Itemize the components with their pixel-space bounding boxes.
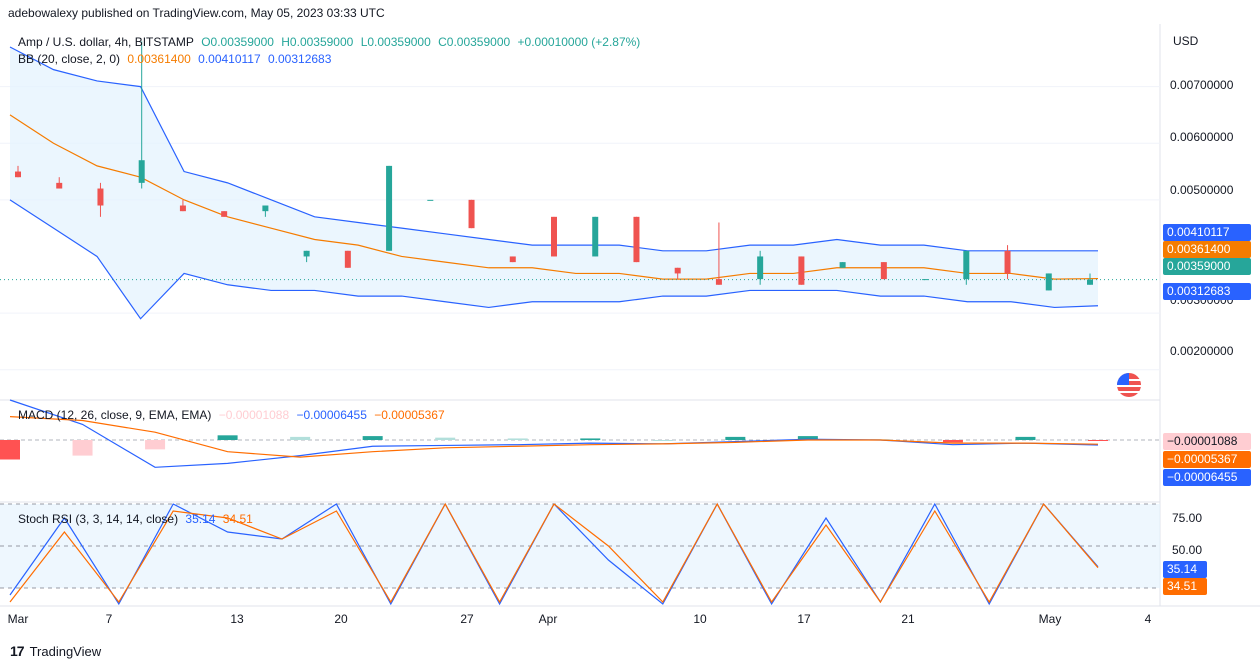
macd-histogram-bar (1015, 436, 1036, 440)
footer-brand: TradingView (29, 643, 102, 659)
time-tick-label: 21 (901, 612, 915, 626)
candle-body (386, 165, 393, 251)
close-value: C0.00359000 (438, 35, 511, 49)
macd-hist-badge: −0.00001088 (1163, 433, 1251, 450)
bb-label: BB (20, close, 2, 0) (18, 52, 121, 66)
open-value: O0.00359000 (201, 35, 274, 49)
macd-histogram-bar (652, 440, 673, 441)
macd-histogram-bar (725, 436, 746, 440)
macd-legend: MACD (12, 26, close, 9, EMA, EMA) −0.000… (18, 408, 449, 422)
candle-body (674, 267, 681, 274)
time-tick-label: 4 (1145, 612, 1152, 626)
candle-body (468, 199, 475, 229)
macd-value: −0.00006455 (296, 408, 367, 422)
time-tick-label: Apr (539, 612, 558, 626)
candle-body (179, 205, 186, 212)
rsi-d-value: 34.51 (222, 512, 253, 526)
bollinger-bands (0, 46, 1160, 320)
macd-signal-line (9, 416, 1099, 458)
high-value: H0.00359000 (281, 35, 354, 49)
rsi-k-badge: 35.14 (1163, 561, 1207, 578)
candle-body (880, 262, 887, 280)
low-value: L0.00359000 (360, 35, 431, 49)
candle-body (56, 182, 63, 189)
rsi-d-badge: 34.51 (1163, 578, 1207, 595)
time-tick-label: May (1039, 612, 1062, 626)
candle-body (798, 256, 805, 285)
candle-body (757, 256, 764, 280)
macd-signal-badge: −0.00005367 (1163, 451, 1251, 468)
bb-legend: BB (20, close, 2, 0) 0.00361400 0.004101… (18, 52, 335, 66)
currency-label: USD (1173, 34, 1199, 48)
macd-histogram-bar (580, 438, 601, 440)
symbol-label: Amp / U.S. dollar, 4h, BITSTAMP (18, 35, 194, 49)
bb-upper-value: 0.00410117 (198, 52, 261, 66)
time-axis: Mar 7 13 20 27 Apr 10 17 21 May 4 (8, 612, 1152, 626)
time-tick-label: 10 (693, 612, 707, 626)
time-tick-label: 27 (460, 612, 474, 626)
publisher-line: adebowalexy published on TradingView.com… (8, 6, 385, 20)
change-value: +0.00010000 (+2.87%) (517, 35, 641, 49)
price-tick: 0.00200000 (1170, 344, 1234, 358)
bb-lower-value: 0.00312683 (268, 52, 332, 66)
candle-body (221, 211, 228, 217)
candle-body (262, 205, 269, 212)
candle-body (509, 256, 516, 263)
candle-body (138, 160, 145, 183)
rsi-tick: 50.00 (1172, 543, 1203, 557)
time-tick-label: 13 (230, 612, 244, 626)
macd-histogram-bar (435, 437, 456, 440)
macd-histogram-bar (362, 436, 383, 440)
macd-hist-value: −0.00001088 (218, 408, 290, 422)
macd-label: MACD (12, 26, close, 9, EMA, EMA) (18, 408, 212, 422)
us-flag-icon (1117, 373, 1141, 397)
bb-lower-badge: 0.00312683 (1163, 283, 1251, 300)
macd-histogram-bar (290, 436, 311, 440)
last-price-badge: 0.00359000 (1163, 258, 1251, 275)
time-tick-label: Mar (8, 612, 29, 626)
bb-fill (10, 46, 1098, 319)
macd-histogram-bar (507, 438, 528, 440)
candle-body (633, 216, 640, 263)
candle-body (551, 216, 557, 257)
tradingview-logo-icon: 17 (10, 643, 25, 659)
candle-body (963, 250, 970, 280)
time-tick-label: 7 (106, 612, 113, 626)
candle-body (1087, 279, 1093, 285)
rsi-label: Stoch RSI (3, 3, 14, 14, close) (18, 512, 179, 526)
candle-body (344, 250, 351, 268)
macd-histogram-bar (942, 440, 963, 443)
price-tick: 0.00700000 (1170, 78, 1234, 92)
candle-body (1045, 273, 1052, 291)
rsi-k-value: 35.14 (185, 512, 216, 526)
macd-histogram-bar (0, 440, 20, 460)
price-tick: 0.00600000 (1170, 130, 1234, 144)
candle-body (592, 216, 599, 257)
footer[interactable]: 17 TradingView (10, 643, 101, 659)
macd-histogram-bar (1088, 440, 1108, 441)
rsi-tick: 75.00 (1172, 511, 1203, 525)
candle-body (1004, 250, 1011, 274)
price-tick: 0.00500000 (1170, 183, 1234, 197)
macd-histogram-bar (217, 435, 238, 440)
macd-line-badge: −0.00006455 (1163, 469, 1251, 486)
rsi-legend: Stoch RSI (3, 3, 14, 14, close) 35.14 34… (18, 512, 257, 526)
bb-basis-value: 0.00361400 (127, 52, 191, 66)
macd-histogram-bar (145, 440, 166, 450)
bb-basis-badge: 0.00361400 (1163, 241, 1251, 258)
candle-body (839, 262, 846, 268)
candle-body (15, 171, 21, 178)
time-tick-label: 17 (797, 612, 811, 626)
chart-canvas[interactable]: Mar 7 13 20 27 Apr 10 17 21 May 4 (0, 24, 1260, 638)
macd-histogram-bar (72, 440, 93, 456)
bb-upper-badge: 0.00410117 (1163, 224, 1251, 241)
candle-body (427, 199, 434, 201)
main-legend: Amp / U.S. dollar, 4h, BITSTAMP O0.00359… (18, 35, 644, 49)
time-tick-label: 20 (334, 612, 348, 626)
candle-body (97, 188, 104, 206)
candle-body (715, 279, 722, 285)
candle-body (303, 250, 310, 257)
macd-signal-value: −0.00005367 (374, 408, 445, 422)
candle-body (922, 279, 929, 281)
